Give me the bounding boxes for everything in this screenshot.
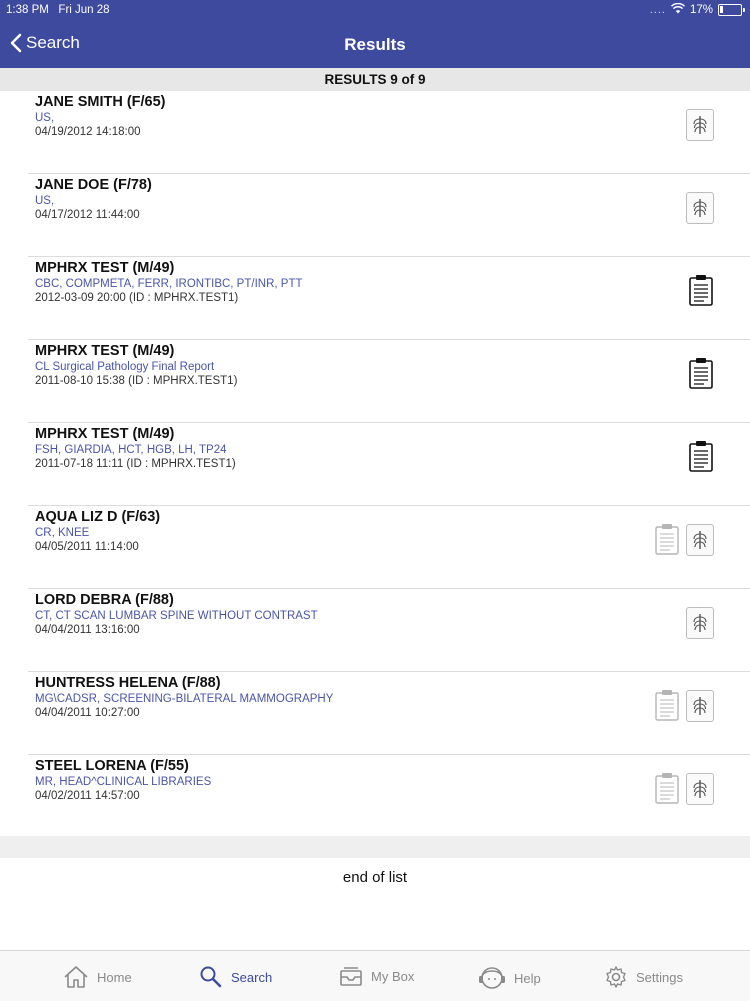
navigation-header: 1:38 PM Fri Jun 28 .... 17% Search Resul… bbox=[0, 0, 750, 68]
tab-settings[interactable]: Settings bbox=[604, 965, 683, 989]
study-description: CL Surgical Pathology Final Report bbox=[35, 361, 215, 373]
result-type-icons bbox=[688, 275, 714, 306]
tab-my-box-label: My Box bbox=[371, 968, 415, 984]
tab-home-label: Home bbox=[97, 969, 132, 985]
report-icon[interactable] bbox=[688, 441, 714, 472]
study-description: US, bbox=[35, 112, 55, 124]
result-type-icons bbox=[686, 607, 714, 639]
patient-name: STEEL LORENA (F/55) bbox=[35, 758, 189, 774]
battery-percent: 17% bbox=[689, 4, 713, 16]
result-row[interactable]: HUNTRESS HELENA (F/88) MG\CADSR, SCREENIN… bbox=[28, 672, 750, 755]
study-date: 04/17/2012 11:44:00 bbox=[35, 209, 140, 221]
xray-icon[interactable] bbox=[686, 773, 714, 805]
results-count: RESULTS 9 of 9 bbox=[0, 68, 750, 91]
study-date: 04/19/2012 14:18:00 bbox=[35, 126, 141, 138]
result-row[interactable]: MPHRX TEST (M/49) FSH, GIARDIA, HCT, HGB,… bbox=[28, 423, 750, 506]
status-time: 1:38 PM Fri Jun 28 bbox=[6, 4, 110, 16]
patient-name: LORD DEBRA (F/88) bbox=[35, 592, 174, 608]
results-list: JANE SMITH (F/65) US, 04/19/2012 14:18:00 J… bbox=[0, 91, 750, 837]
study-date: 04/02/2011 14:57:00 bbox=[35, 790, 140, 802]
patient-name: JANE SMITH (F/65) bbox=[35, 94, 166, 110]
tab-help[interactable]: Help bbox=[478, 965, 541, 991]
gear-icon bbox=[606, 966, 626, 988]
study-description: US, bbox=[35, 195, 55, 207]
result-row[interactable]: STEEL LORENA (F/55) MR, HEAD^CLINICAL LIB… bbox=[28, 755, 750, 837]
study-date: 2011-07-18 11:11 (ID : MPHRX.TEST1) bbox=[35, 458, 236, 470]
tab-settings-label: Settings bbox=[636, 969, 683, 985]
result-type-icons bbox=[654, 690, 714, 722]
signal-dots-icon: .... bbox=[649, 4, 666, 16]
study-date: 04/04/2011 10:27:00 bbox=[35, 707, 140, 719]
study-description: MG\CADSR, SCREENING-BILATERAL MAMMOGRAPH… bbox=[35, 693, 334, 705]
patient-name: JANE DOE (F/78) bbox=[35, 177, 152, 193]
result-row[interactable]: MPHRX TEST (M/49) CBC, COMPMETA, FERR, IR… bbox=[28, 257, 750, 340]
page-title: Results bbox=[344, 35, 406, 54]
result-row[interactable]: MPHRX TEST (M/49) CL Surgical Pathology F… bbox=[28, 340, 750, 423]
search-icon bbox=[200, 966, 222, 988]
tab-search-label: Search bbox=[231, 969, 273, 985]
tab-my-box[interactable]: My Box bbox=[339, 965, 414, 987]
study-description: FSH, GIARDIA, HCT, HGB, LH, TP24 bbox=[35, 444, 227, 456]
study-description: CBC, COMPMETA, FERR, IRONTIBC, PT/INR, P… bbox=[35, 278, 303, 290]
patient-name: HUNTRESS HELENA (F/88) bbox=[35, 675, 221, 691]
status-bar: 1:38 PM Fri Jun 28 .... 17% bbox=[0, 0, 750, 20]
tab-help-label: Help bbox=[514, 970, 541, 986]
result-type-icons bbox=[654, 773, 714, 805]
study-description: CR, KNEE bbox=[35, 527, 90, 539]
xray-icon[interactable] bbox=[686, 607, 714, 639]
report-light-icon[interactable] bbox=[654, 773, 680, 804]
result-row[interactable]: JANE SMITH (F/65) US, 04/19/2012 14:18:00 bbox=[28, 91, 750, 174]
patient-name: AQUA LIZ D (F/63) bbox=[35, 509, 161, 525]
result-row[interactable]: AQUA LIZ D (F/63) CR, KNEE 04/05/2011 11:1… bbox=[28, 506, 750, 589]
tab-search[interactable]: Search bbox=[199, 965, 272, 989]
study-date: 04/04/2011 13:16:00 bbox=[35, 624, 140, 636]
patient-name: MPHRX TEST (M/49) bbox=[35, 260, 175, 276]
study-description: CT, CT SCAN LUMBAR SPINE WITHOUT CONTRAS… bbox=[35, 610, 318, 622]
help-icon bbox=[479, 967, 505, 989]
wifi-icon bbox=[670, 2, 685, 17]
result-row[interactable]: JANE DOE (F/78) US, 04/17/2012 11:44:00 bbox=[28, 174, 750, 257]
report-light-icon[interactable] bbox=[654, 524, 680, 555]
result-type-icons bbox=[686, 192, 714, 224]
tab-bar: Home Search My Box Help Settings bbox=[0, 950, 750, 1001]
patient-name: MPHRX TEST (M/49) bbox=[35, 343, 175, 359]
report-light-icon[interactable] bbox=[654, 690, 680, 721]
patient-name: MPHRX TEST (M/49) bbox=[35, 426, 175, 442]
home-icon bbox=[64, 966, 88, 988]
inbox-icon bbox=[340, 967, 362, 986]
xray-icon[interactable] bbox=[686, 690, 714, 722]
study-date: 04/05/2011 11:14:00 bbox=[35, 541, 139, 553]
study-date: 2011-08-10 15:38 (ID : MPHRX.TEST1) bbox=[35, 375, 238, 387]
tab-home[interactable]: Home bbox=[63, 965, 132, 989]
report-icon[interactable] bbox=[688, 358, 714, 389]
report-icon[interactable] bbox=[688, 275, 714, 306]
study-description: MR, HEAD^CLINICAL LIBRARIES bbox=[35, 776, 212, 788]
xray-icon[interactable] bbox=[686, 109, 714, 141]
result-type-icons bbox=[654, 524, 714, 556]
xray-icon[interactable] bbox=[686, 524, 714, 556]
study-date: 2012-03-09 20:00 (ID : MPHRX.TEST1) bbox=[35, 292, 239, 304]
result-row[interactable]: LORD DEBRA (F/88) CT, CT SCAN LUMBAR SPIN… bbox=[28, 589, 750, 672]
battery-icon bbox=[718, 4, 745, 16]
result-type-icons bbox=[688, 441, 714, 472]
result-type-icons bbox=[688, 358, 714, 389]
result-type-icons bbox=[686, 109, 714, 141]
list-footer-divider bbox=[0, 836, 750, 858]
end-of-list-label: end of list bbox=[342, 869, 408, 886]
xray-icon[interactable] bbox=[686, 192, 714, 224]
